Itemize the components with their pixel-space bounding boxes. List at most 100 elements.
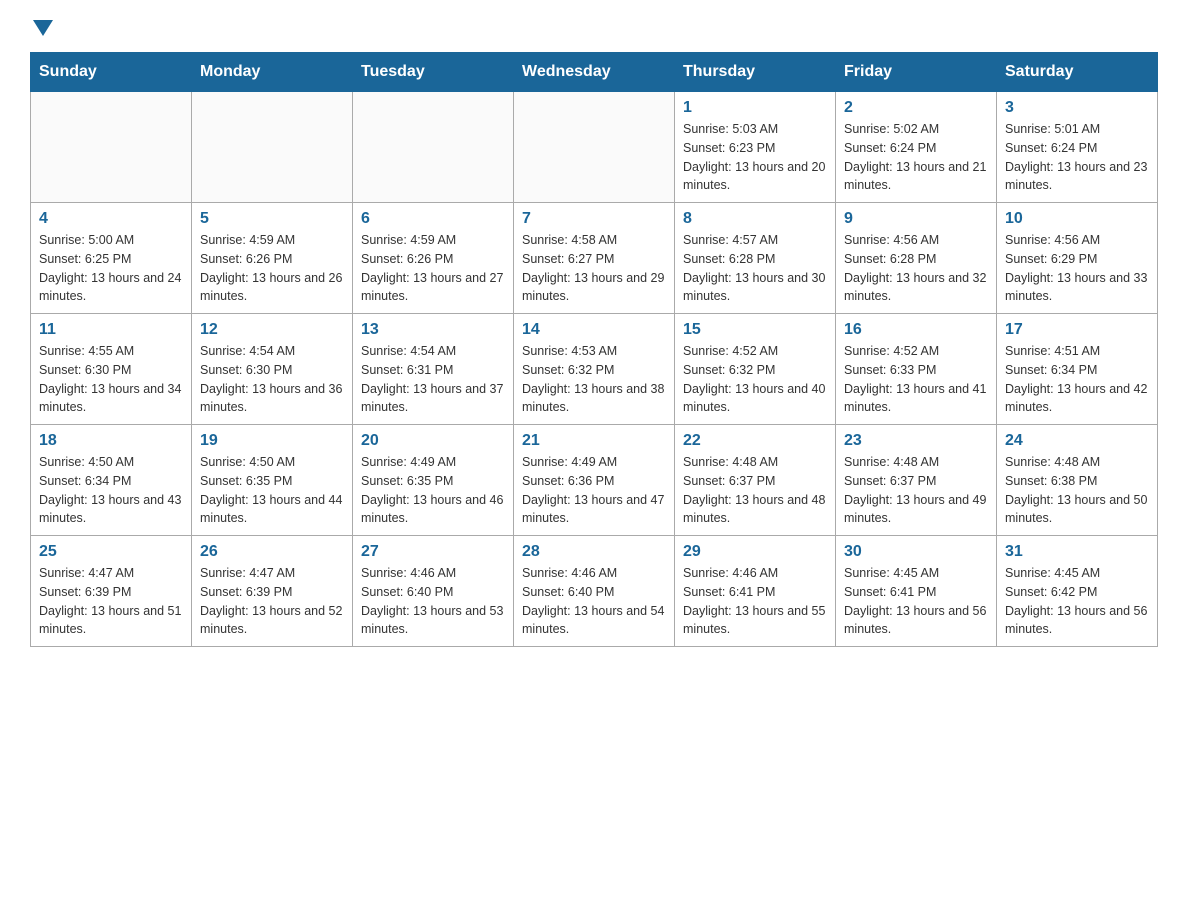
day-info: Sunrise: 4:57 AM Sunset: 6:28 PM Dayligh… bbox=[683, 231, 827, 306]
calendar-cell: 2Sunrise: 5:02 AM Sunset: 6:24 PM Daylig… bbox=[836, 92, 997, 203]
calendar-cell: 27 Sunrise: 4:46 AM Sunset: 6:40 PM Dayli… bbox=[353, 536, 514, 647]
day-number: 17 bbox=[1005, 321, 1149, 339]
day-info: Sunrise: 4:52 AM Sunset: 6:33 PM Dayligh… bbox=[844, 342, 988, 417]
day-info: Sunrise: 4:51 AM Sunset: 6:34 PM Dayligh… bbox=[1005, 342, 1149, 417]
calendar-cell: 16 Sunrise: 4:52 AM Sunset: 6:33 PM Dayli… bbox=[836, 314, 997, 425]
day-info: Sunrise: 4:54 AM Sunset: 6:30 PM Dayligh… bbox=[200, 342, 344, 417]
calendar-cell: 11Sunrise: 4:55 AM Sunset: 6:30 PM Dayli… bbox=[31, 314, 192, 425]
weekday-header-saturday: Saturday bbox=[997, 53, 1158, 92]
calendar-cell: 4Sunrise: 5:00 AM Sunset: 6:25 PM Daylig… bbox=[31, 203, 192, 314]
calendar-cell: 31 Sunrise: 4:45 AM Sunset: 6:42 PM Dayli… bbox=[997, 536, 1158, 647]
day-info: Sunrise: 5:03 AM Sunset: 6:23 PM Dayligh… bbox=[683, 120, 827, 195]
weekday-header-tuesday: Tuesday bbox=[353, 53, 514, 92]
calendar-cell: 18Sunrise: 4:50 AM Sunset: 6:34 PM Dayli… bbox=[31, 425, 192, 536]
calendar-cell: 17 Sunrise: 4:51 AM Sunset: 6:34 PM Dayli… bbox=[997, 314, 1158, 425]
day-number: 10 bbox=[1005, 210, 1149, 228]
day-info: Sunrise: 4:46 AM Sunset: 6:41 PM Dayligh… bbox=[683, 564, 827, 639]
day-number: 21 bbox=[522, 432, 666, 450]
weekday-header-sunday: Sunday bbox=[31, 53, 192, 92]
day-number: 12 bbox=[200, 321, 344, 339]
logo-triangle-icon bbox=[33, 20, 53, 36]
day-info: Sunrise: 4:48 AM Sunset: 6:38 PM Dayligh… bbox=[1005, 453, 1149, 528]
calendar-cell: 28 Sunrise: 4:46 AM Sunset: 6:40 PM Dayli… bbox=[514, 536, 675, 647]
page-header bbox=[30, 20, 1158, 34]
day-number: 29 bbox=[683, 543, 827, 561]
calendar-table: SundayMondayTuesdayWednesdayThursdayFrid… bbox=[30, 52, 1158, 647]
day-number: 6 bbox=[361, 210, 505, 228]
day-number: 23 bbox=[844, 432, 988, 450]
day-info: Sunrise: 4:54 AM Sunset: 6:31 PM Dayligh… bbox=[361, 342, 505, 417]
week-row-2: 4Sunrise: 5:00 AM Sunset: 6:25 PM Daylig… bbox=[31, 203, 1158, 314]
logo-text bbox=[30, 20, 53, 34]
calendar-cell: 8 Sunrise: 4:57 AM Sunset: 6:28 PM Daylig… bbox=[675, 203, 836, 314]
calendar-cell bbox=[353, 92, 514, 203]
calendar-cell: 26 Sunrise: 4:47 AM Sunset: 6:39 PM Dayli… bbox=[192, 536, 353, 647]
day-number: 2 bbox=[844, 99, 988, 117]
weekday-header-row: SundayMondayTuesdayWednesdayThursdayFrid… bbox=[31, 53, 1158, 92]
calendar-cell: 19Sunrise: 4:50 AM Sunset: 6:35 PM Dayli… bbox=[192, 425, 353, 536]
day-number: 28 bbox=[522, 543, 666, 561]
day-info: Sunrise: 4:48 AM Sunset: 6:37 PM Dayligh… bbox=[683, 453, 827, 528]
day-number: 27 bbox=[361, 543, 505, 561]
day-number: 5 bbox=[200, 210, 344, 228]
weekday-header-friday: Friday bbox=[836, 53, 997, 92]
day-info: Sunrise: 4:46 AM Sunset: 6:40 PM Dayligh… bbox=[361, 564, 505, 639]
day-info: Sunrise: 4:50 AM Sunset: 6:35 PM Dayligh… bbox=[200, 453, 344, 528]
calendar-cell: 24Sunrise: 4:48 AM Sunset: 6:38 PM Dayli… bbox=[997, 425, 1158, 536]
calendar-cell: 1 Sunrise: 5:03 AM Sunset: 6:23 PM Daylig… bbox=[675, 92, 836, 203]
day-info: Sunrise: 4:56 AM Sunset: 6:28 PM Dayligh… bbox=[844, 231, 988, 306]
week-row-1: 1 Sunrise: 5:03 AM Sunset: 6:23 PM Daylig… bbox=[31, 92, 1158, 203]
day-info: Sunrise: 5:01 AM Sunset: 6:24 PM Dayligh… bbox=[1005, 120, 1149, 195]
week-row-3: 11Sunrise: 4:55 AM Sunset: 6:30 PM Dayli… bbox=[31, 314, 1158, 425]
day-info: Sunrise: 4:47 AM Sunset: 6:39 PM Dayligh… bbox=[200, 564, 344, 639]
day-number: 7 bbox=[522, 210, 666, 228]
calendar-cell: 30 Sunrise: 4:45 AM Sunset: 6:41 PM Dayli… bbox=[836, 536, 997, 647]
day-number: 20 bbox=[361, 432, 505, 450]
calendar-cell: 5Sunrise: 4:59 AM Sunset: 6:26 PM Daylig… bbox=[192, 203, 353, 314]
day-info: Sunrise: 4:45 AM Sunset: 6:42 PM Dayligh… bbox=[1005, 564, 1149, 639]
day-info: Sunrise: 4:46 AM Sunset: 6:40 PM Dayligh… bbox=[522, 564, 666, 639]
day-number: 30 bbox=[844, 543, 988, 561]
calendar-cell: 20 Sunrise: 4:49 AM Sunset: 6:35 PM Dayli… bbox=[353, 425, 514, 536]
calendar-cell: 12 Sunrise: 4:54 AM Sunset: 6:30 PM Dayli… bbox=[192, 314, 353, 425]
day-number: 22 bbox=[683, 432, 827, 450]
calendar-cell: 22 Sunrise: 4:48 AM Sunset: 6:37 PM Dayli… bbox=[675, 425, 836, 536]
day-number: 16 bbox=[844, 321, 988, 339]
day-info: Sunrise: 5:00 AM Sunset: 6:25 PM Dayligh… bbox=[39, 231, 183, 306]
weekday-header-thursday: Thursday bbox=[675, 53, 836, 92]
calendar-cell: 29 Sunrise: 4:46 AM Sunset: 6:41 PM Dayli… bbox=[675, 536, 836, 647]
calendar-cell bbox=[31, 92, 192, 203]
day-number: 26 bbox=[200, 543, 344, 561]
week-row-5: 25 Sunrise: 4:47 AM Sunset: 6:39 PM Dayli… bbox=[31, 536, 1158, 647]
day-info: Sunrise: 4:45 AM Sunset: 6:41 PM Dayligh… bbox=[844, 564, 988, 639]
calendar-cell: 3 Sunrise: 5:01 AM Sunset: 6:24 PM Daylig… bbox=[997, 92, 1158, 203]
weekday-header-monday: Monday bbox=[192, 53, 353, 92]
day-number: 3 bbox=[1005, 99, 1149, 117]
day-number: 8 bbox=[683, 210, 827, 228]
calendar-cell bbox=[514, 92, 675, 203]
day-number: 25 bbox=[39, 543, 183, 561]
day-number: 9 bbox=[844, 210, 988, 228]
logo bbox=[30, 20, 53, 34]
calendar-cell: 15Sunrise: 4:52 AM Sunset: 6:32 PM Dayli… bbox=[675, 314, 836, 425]
calendar-cell: 25 Sunrise: 4:47 AM Sunset: 6:39 PM Dayli… bbox=[31, 536, 192, 647]
week-row-4: 18Sunrise: 4:50 AM Sunset: 6:34 PM Dayli… bbox=[31, 425, 1158, 536]
day-info: Sunrise: 4:56 AM Sunset: 6:29 PM Dayligh… bbox=[1005, 231, 1149, 306]
calendar-cell: 14 Sunrise: 4:53 AM Sunset: 6:32 PM Dayli… bbox=[514, 314, 675, 425]
day-info: Sunrise: 4:49 AM Sunset: 6:36 PM Dayligh… bbox=[522, 453, 666, 528]
day-number: 31 bbox=[1005, 543, 1149, 561]
day-info: Sunrise: 4:53 AM Sunset: 6:32 PM Dayligh… bbox=[522, 342, 666, 417]
calendar-cell: 7 Sunrise: 4:58 AM Sunset: 6:27 PM Daylig… bbox=[514, 203, 675, 314]
day-number: 14 bbox=[522, 321, 666, 339]
day-info: Sunrise: 4:58 AM Sunset: 6:27 PM Dayligh… bbox=[522, 231, 666, 306]
day-info: Sunrise: 4:48 AM Sunset: 6:37 PM Dayligh… bbox=[844, 453, 988, 528]
day-info: Sunrise: 4:47 AM Sunset: 6:39 PM Dayligh… bbox=[39, 564, 183, 639]
calendar-cell: 10 Sunrise: 4:56 AM Sunset: 6:29 PM Dayli… bbox=[997, 203, 1158, 314]
day-info: Sunrise: 4:59 AM Sunset: 6:26 PM Dayligh… bbox=[361, 231, 505, 306]
calendar-cell: 23 Sunrise: 4:48 AM Sunset: 6:37 PM Dayli… bbox=[836, 425, 997, 536]
calendar-cell: 9 Sunrise: 4:56 AM Sunset: 6:28 PM Daylig… bbox=[836, 203, 997, 314]
day-number: 1 bbox=[683, 99, 827, 117]
calendar-cell bbox=[192, 92, 353, 203]
day-number: 18 bbox=[39, 432, 183, 450]
day-info: Sunrise: 4:49 AM Sunset: 6:35 PM Dayligh… bbox=[361, 453, 505, 528]
